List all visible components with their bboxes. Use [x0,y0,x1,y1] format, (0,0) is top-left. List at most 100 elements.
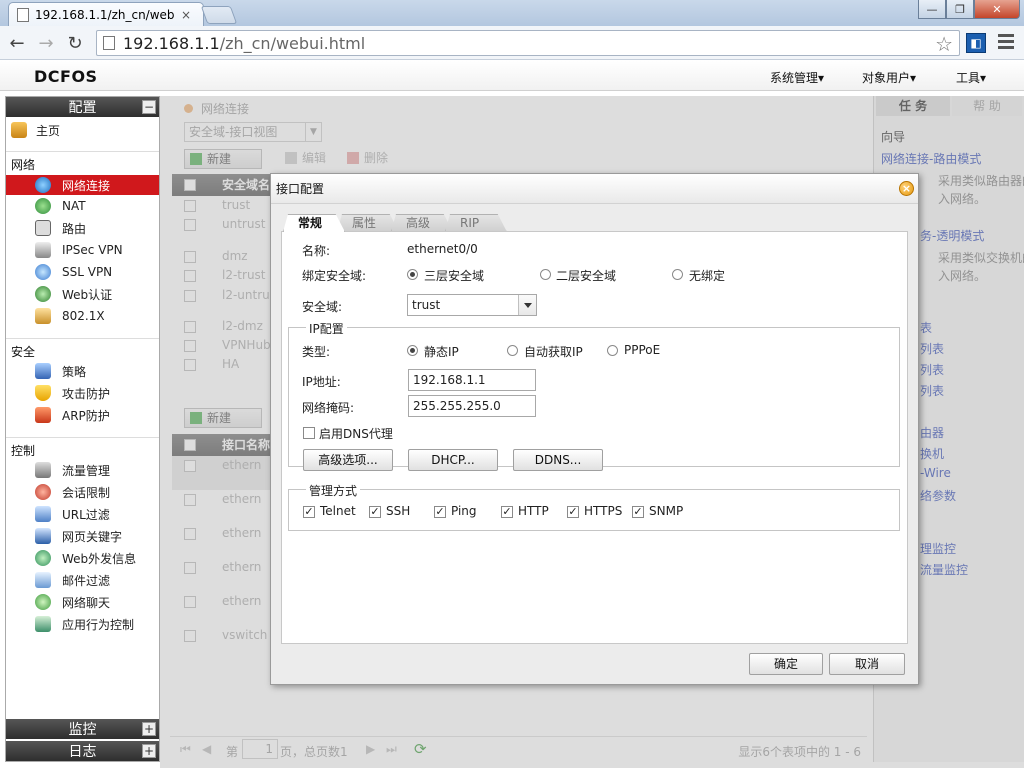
tab-general[interactable]: 常规 [283,214,345,232]
forward-arrow-icon[interactable]: → [35,32,57,54]
home-icon [11,122,27,138]
divider [6,437,159,438]
ip-config-group [288,327,900,467]
divider [6,151,159,152]
radio-static-ip[interactable] [407,345,418,356]
sidebar-monitor-header[interactable]: 监控 + [6,719,159,739]
app-behavior-icon [35,616,51,632]
extension-icon[interactable]: ◧ [966,33,986,53]
minimize-icon[interactable]: — [918,0,946,19]
sidebar-item-attack-defense[interactable]: 攻击防护 [6,383,159,403]
menu-tools[interactable]: 工具▾ [956,69,986,86]
sidebar-item-label: 网页关键字 [62,529,123,544]
sidebar-item-ssl-vpn[interactable]: SSL VPN [6,262,159,282]
sidebar-item-label: 802.1X [62,309,105,323]
radio-label: 二层安全域 [556,269,617,283]
sidebar-item-ipsec-vpn[interactable]: IPSec VPN [6,240,159,260]
sidebar-log-label: 日志 [68,744,97,760]
checkbox-label: SSH [386,504,411,518]
sidebar-item-label: 会话限制 [62,485,111,500]
sidebar: 配置 − 主页 网络 网络连接 NAT 路由 IPSec VPN SSL VPN… [5,96,160,762]
browser-toolbar: ← → ↻ 192.168.1.1/zh_cn/webui.html ☆ ◧ [0,26,1024,60]
sidebar-item-8021x[interactable]: 802.1X [6,306,159,326]
sidebar-item-session-limit[interactable]: 会话限制 [6,482,159,502]
window-close-icon[interactable]: ✕ [974,0,1020,19]
browser-tab[interactable]: 192.168.1.1/zh_cn/webui. × [8,2,204,26]
menu-system-management[interactable]: 系统管理▾ [770,69,824,86]
sidebar-item-nat[interactable]: NAT [6,196,159,216]
zone-select[interactable]: trust [407,294,537,316]
back-arrow-icon[interactable]: ← [6,32,28,54]
url-filter-icon [35,506,51,522]
netmask-input[interactable]: 255.255.255.0 [408,395,536,417]
sidebar-item-home[interactable]: 主页 [6,120,159,140]
advanced-options-button[interactable]: 高级选项... [303,449,393,471]
ok-button[interactable]: 确定 [749,653,823,675]
sidebar-item-web-outbound[interactable]: Web外发信息 [6,548,159,568]
sidebar-item-label: 主页 [36,123,61,138]
snmp-checkbox[interactable]: ✓ [632,506,644,518]
new-tab-button[interactable] [200,6,238,24]
checkbox-label: Ping [451,504,477,518]
bookmark-star-icon[interactable]: ☆ [935,32,953,56]
cancel-button[interactable]: 取消 [829,653,905,675]
sidebar-item-network-chat[interactable]: 网络聊天 [6,592,159,612]
radio-layer3-zone[interactable] [407,269,418,280]
sidebar-item-label: 邮件过滤 [62,573,111,588]
telnet-checkbox[interactable]: ✓ [303,506,315,518]
nat-icon [35,198,51,214]
dialog-title-bar[interactable]: 接口配置 × [271,174,918,204]
tab-rip[interactable]: RIP [445,214,507,232]
radio-layer2-zone[interactable] [540,269,551,280]
sidebar-item-arp-defense[interactable]: ARP防护 [6,405,159,425]
https-checkbox[interactable]: ✓ [567,506,579,518]
address-bar[interactable]: 192.168.1.1/zh_cn/webui.html ☆ [96,30,960,56]
ip-address-label: IP地址: [302,375,341,389]
sidebar-config-header[interactable]: 配置 − [6,97,159,117]
sidebar-item-network-connection[interactable]: 网络连接 [6,175,159,195]
http-checkbox[interactable]: ✓ [501,506,513,518]
sidebar-item-mail-filter[interactable]: 邮件过滤 [6,570,159,590]
menu-object-users[interactable]: 对象用户▾ [862,69,916,86]
ssh-checkbox[interactable]: ✓ [369,506,381,518]
tab-properties[interactable]: 属性 [337,214,399,232]
radio-pppoe[interactable] [607,345,618,356]
chevron-down-icon [518,295,536,315]
dhcp-button[interactable]: DHCP... [408,449,498,471]
browser-menu-icon[interactable] [998,34,1014,52]
collapse-icon[interactable]: − [142,100,156,114]
radio-no-binding[interactable] [672,269,683,280]
dialog-body: 名称: ethernet0/0 绑定安全域: 三层安全域 二层安全域 无绑定 安… [281,231,908,644]
section-control: 控制 [11,444,36,458]
expand-icon[interactable]: + [142,744,156,758]
sidebar-item-label: IPSec VPN [62,243,123,257]
reload-icon[interactable]: ↻ [64,32,86,54]
web-outbound-icon [35,550,51,566]
sidebar-item-web-keyword[interactable]: 网页关键字 [6,526,159,546]
netmask-label: 网络掩码: [302,401,355,415]
maximize-icon[interactable]: ❐ [946,0,974,19]
router-icon [35,220,51,236]
sidebar-item-label: URL过滤 [62,507,110,522]
radio-dhcp-ip[interactable] [507,345,518,356]
ip-address-input[interactable]: 192.168.1.1 [408,369,536,391]
dns-proxy-checkbox[interactable] [303,427,315,439]
sidebar-item-traffic-management[interactable]: 流量管理 [6,460,159,480]
tab-advanced[interactable]: 高级 [391,214,453,232]
sidebar-item-policy[interactable]: 策略 [6,361,159,381]
expand-icon[interactable]: + [142,722,156,736]
zone-label: 安全域: [302,300,343,314]
sidebar-item-url-filter[interactable]: URL过滤 [6,504,159,524]
sidebar-log-header[interactable]: 日志 + [6,741,159,761]
section-security: 安全 [11,345,36,359]
sidebar-item-web-auth[interactable]: Web认证 [6,284,159,304]
8021x-icon [35,308,51,324]
sidebar-item-label: 应用行为控制 [62,617,135,632]
ping-checkbox[interactable]: ✓ [434,506,446,518]
tab-close-icon[interactable]: × [181,8,191,22]
sidebar-item-app-behavior[interactable]: 应用行为控制 [6,614,159,634]
dialog-close-icon[interactable]: × [899,181,914,196]
sidebar-item-routing[interactable]: 路由 [6,218,159,238]
sidebar-item-label: Web外发信息 [62,551,137,566]
ddns-button[interactable]: DDNS... [513,449,603,471]
